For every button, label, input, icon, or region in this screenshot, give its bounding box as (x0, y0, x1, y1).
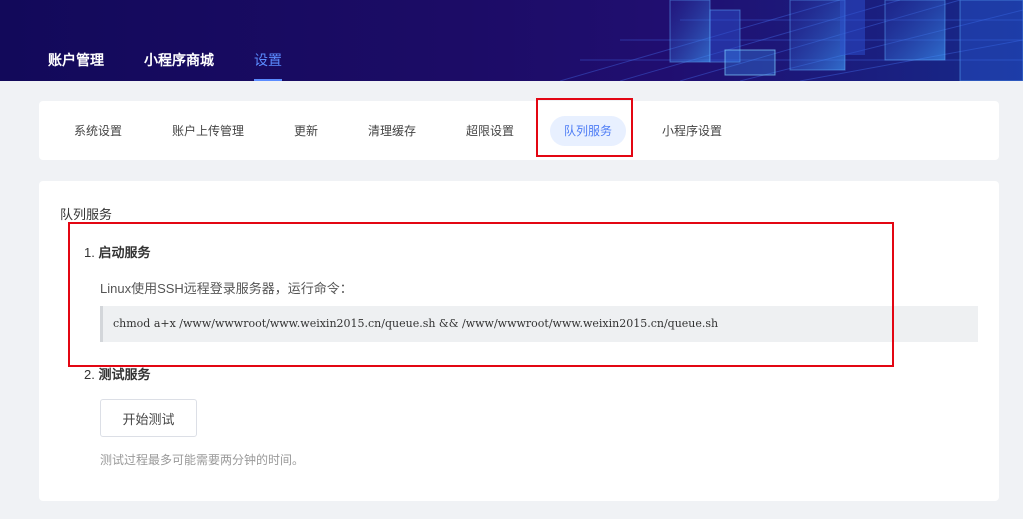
queue-service-panel: 队列服务 1. 启动服务 Linux使用SSH远程登录服务器，运行命令： chm… (39, 181, 999, 501)
nav-item-account[interactable]: 账户管理 (48, 50, 104, 81)
command-code-block[interactable]: chmod a+x /www/wwwroot/www.weixin2015.cn… (100, 306, 978, 342)
nav-item-mall[interactable]: 小程序商城 (144, 50, 214, 81)
tab-account-upload[interactable]: 账户上传管理 (172, 116, 244, 146)
header-decoration (559, 0, 1023, 81)
step-1-label: 启动服务 (98, 245, 151, 260)
section-title: 队列服务 (60, 207, 113, 222)
step-2-number: 2. (84, 367, 95, 382)
tab-system-settings[interactable]: 系统设置 (74, 116, 122, 146)
tab-limit-settings[interactable]: 超限设置 (466, 116, 514, 146)
step-1-description: Linux使用SSH远程登录服务器，运行命令： (100, 281, 353, 296)
tab-queue-service[interactable]: 队列服务 (550, 116, 627, 146)
top-header: 账户管理 小程序商城 设置 (0, 0, 1023, 81)
step-2-label: 测试服务 (98, 367, 151, 382)
test-hint-text: 测试过程最多可能需要两分钟的时间。 (100, 453, 305, 467)
step-1-number: 1. (84, 245, 95, 260)
settings-tabs: 系统设置 账户上传管理 更新 清理缓存 超限设置 队列服务 小程序设置 (39, 101, 999, 160)
step-1-title: 1. 启动服务 (84, 242, 150, 261)
main-nav: 账户管理 小程序商城 设置 (48, 50, 322, 81)
start-test-button[interactable]: 开始测试 (100, 399, 197, 437)
tab-clear-cache[interactable]: 清理缓存 (368, 116, 416, 146)
tab-miniprogram-settings[interactable]: 小程序设置 (662, 116, 722, 146)
step-2-title: 2. 测试服务 (84, 364, 150, 383)
tab-update[interactable]: 更新 (294, 116, 318, 146)
nav-item-settings[interactable]: 设置 (254, 50, 282, 81)
